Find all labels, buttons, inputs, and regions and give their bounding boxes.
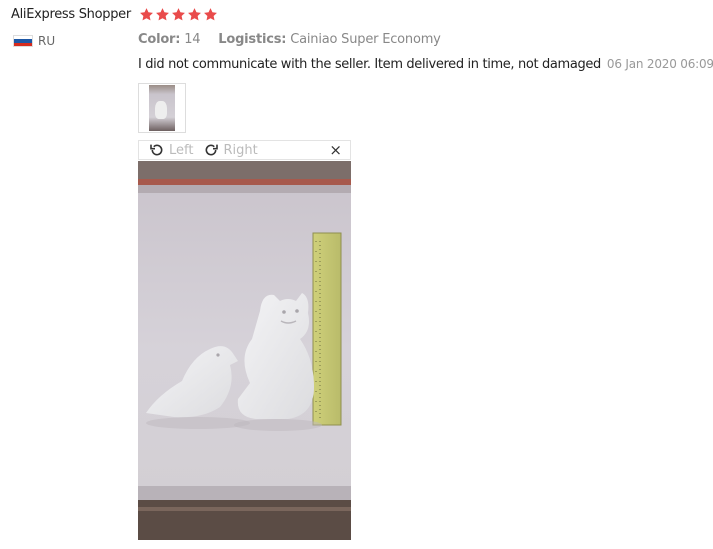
- star-icon: [155, 7, 170, 22]
- logistics-value: Cainiao Super Economy: [290, 32, 441, 47]
- color-value: 14: [184, 32, 201, 47]
- logistics-label: Logistics:: [218, 32, 287, 47]
- star-icon: [171, 7, 186, 22]
- review-photo-thumbnail[interactable]: [138, 83, 186, 133]
- star-icon: [187, 7, 202, 22]
- review-text: I did not communicate with the seller. I…: [138, 57, 601, 72]
- star-icon: [203, 7, 218, 22]
- rotate-right-icon: [203, 142, 219, 158]
- country-code: RU: [38, 34, 56, 48]
- review-photo: [138, 161, 351, 540]
- reviewer-country: RU: [13, 34, 55, 48]
- review-date: 06 Jan 2020 06:09: [606, 57, 713, 71]
- review-body: I did not communicate with the seller. I…: [138, 57, 713, 72]
- rotate-left-label: Left: [169, 142, 194, 158]
- star-rating: [139, 7, 218, 22]
- photo-viewer: Left Right ×: [138, 140, 351, 540]
- rotate-right-label: Right: [223, 142, 258, 158]
- color-label: Color:: [138, 32, 181, 47]
- close-viewer-button[interactable]: ×: [329, 142, 342, 158]
- rotate-left-button[interactable]: Left: [149, 142, 193, 158]
- rotate-right-button[interactable]: Right: [203, 142, 258, 158]
- reviewer-name: AliExpress Shopper: [11, 7, 131, 22]
- viewer-toolbar: Left Right ×: [138, 140, 351, 160]
- rotate-left-icon: [149, 142, 165, 158]
- thumbnail-image: [149, 85, 175, 131]
- review-attributes: Color: 14 Logistics: Cainiao Super Econo…: [138, 32, 441, 47]
- star-icon: [139, 7, 154, 22]
- russia-flag-icon: [13, 35, 33, 47]
